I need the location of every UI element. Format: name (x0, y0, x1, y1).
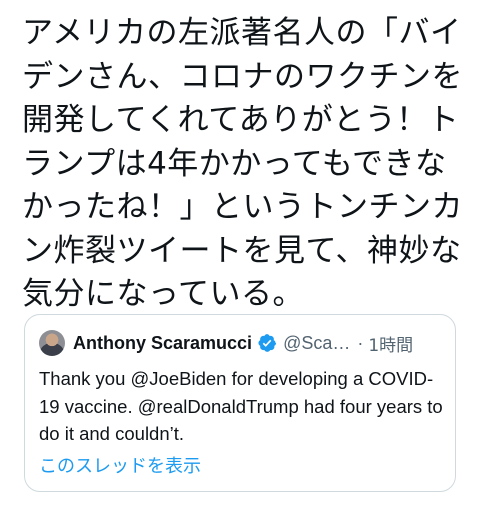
quoted-tweet-header: Anthony Scaramucci @Sca… · 1時間 (39, 329, 441, 357)
quoted-tweet-text: Thank you @JoeBiden for developing a COV… (39, 368, 443, 444)
author-name[interactable]: Anthony Scaramucci (73, 333, 252, 354)
avatar[interactable] (39, 330, 65, 356)
separator-dot: · (357, 332, 364, 353)
timestamp[interactable]: 1時間 (368, 331, 413, 356)
verified-badge-icon (258, 334, 277, 352)
show-thread-link[interactable]: このスレッドを表示 (39, 452, 201, 478)
tweet-text: アメリカの左派著名人の「バイ デンさん、コロナのワクチンを 開発してくれてありが… (22, 15, 463, 312)
quoted-tweet-card[interactable]: Anthony Scaramucci @Sca… · 1時間 Thank you… (24, 314, 456, 492)
author-handle[interactable]: @Sca… (283, 333, 350, 354)
